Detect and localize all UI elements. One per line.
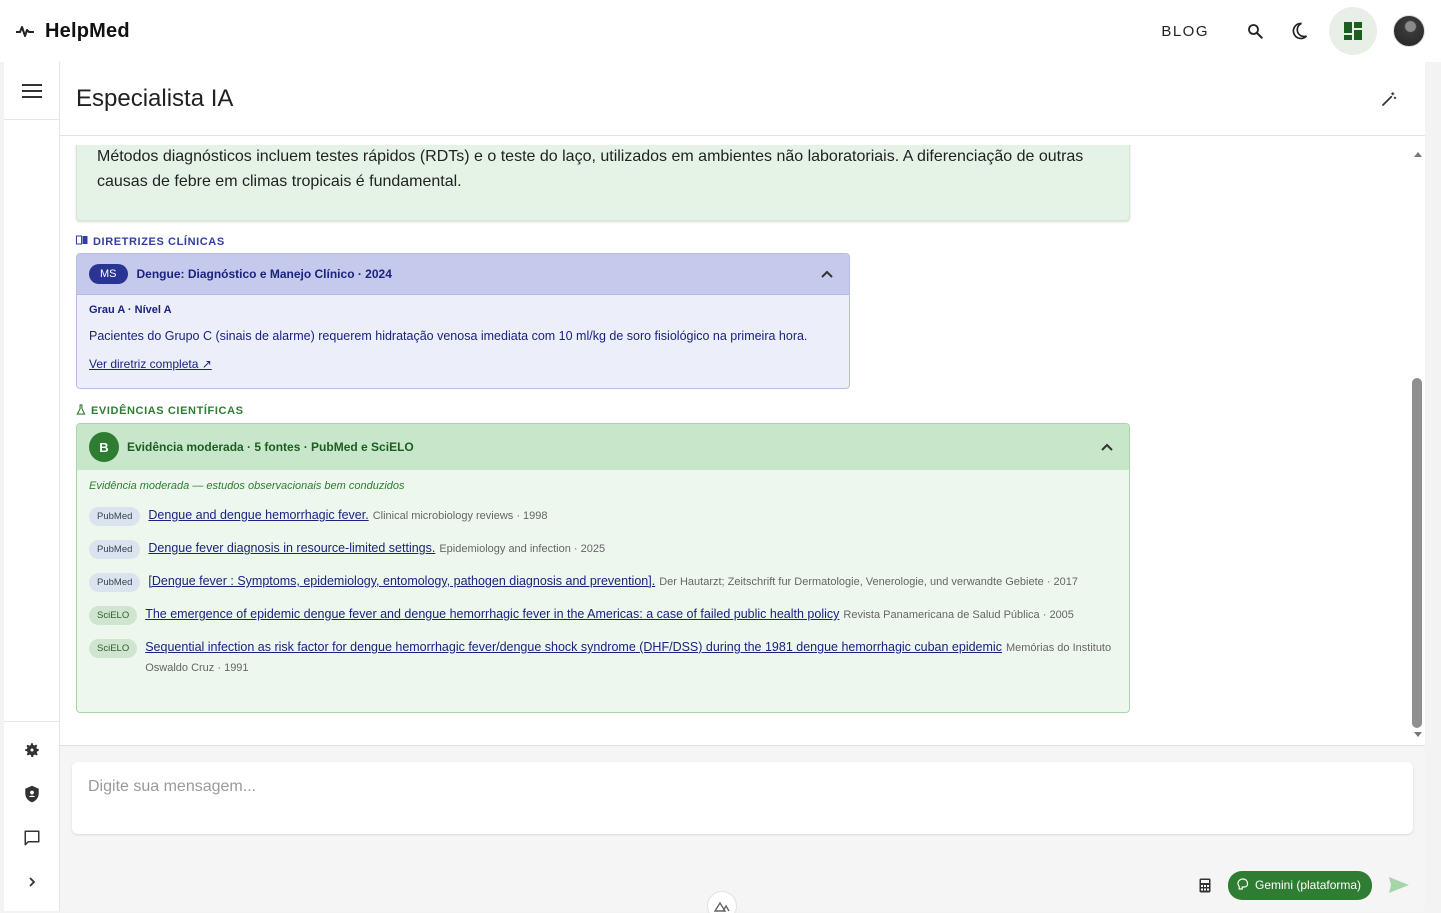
- chevron-right-icon[interactable]: [4, 860, 59, 904]
- message-box[interactable]: [72, 762, 1413, 834]
- model-selector[interactable]: Gemini (plataforma): [1228, 870, 1373, 900]
- list-item: PubMed [Dengue fever : Symptoms, epidemi…: [89, 571, 1117, 592]
- scroll-up-arrow[interactable]: [1414, 152, 1422, 157]
- evidence-header[interactable]: B Evidência moderada · 5 fontes · PubMed…: [77, 424, 1129, 470]
- dashboard-icon[interactable]: [1329, 7, 1377, 55]
- scrollbar[interactable]: [1412, 146, 1424, 746]
- scrollbar-thumb[interactable]: [1412, 378, 1422, 728]
- search-icon[interactable]: [1233, 9, 1277, 53]
- chevron-up-icon[interactable]: [1097, 437, 1117, 457]
- list-item: PubMed Dengue and dengue hemorrhagic fev…: [89, 505, 1117, 526]
- guideline-source-badge: MS: [89, 264, 128, 284]
- moon-icon[interactable]: [1277, 9, 1321, 53]
- reference-meta: Epidemiology and infection · 2025: [439, 543, 606, 555]
- source-badge: PubMed: [89, 540, 141, 559]
- source-badge: PubMed: [89, 573, 141, 592]
- evidence-card: B Evidência moderada · 5 fontes · PubMed…: [76, 423, 1130, 713]
- evidence-section-label: EVIDÊNCIAS CIENTÍFICAS: [76, 404, 244, 418]
- brain-icon: [1236, 877, 1250, 893]
- calculator-icon[interactable]: [1190, 870, 1220, 900]
- source-badge: SciELO: [89, 639, 138, 658]
- magic-pen-icon[interactable]: [1369, 79, 1409, 119]
- guideline-text: Pacientes do Grupo C (sinais de alarme) …: [89, 329, 808, 343]
- reference-meta: Clinical microbiology reviews · 1998: [372, 510, 548, 522]
- guideline-header[interactable]: MS Dengue: Diagnóstico e Manejo Clínico …: [77, 254, 849, 295]
- top-app-bar: HelpMed BLOG: [0, 0, 1441, 62]
- reference-link[interactable]: Sequential infection as risk factor for …: [145, 640, 1002, 654]
- blog-link[interactable]: BLOG: [1161, 23, 1209, 40]
- gear-icon[interactable]: [4, 728, 59, 772]
- guidelines-section-label: DIRETRIZES CLÍNICAS: [76, 235, 225, 248]
- summary-text: Métodos diagnósticos incluem testes rápi…: [97, 148, 1084, 190]
- menu-icon[interactable]: [4, 62, 59, 120]
- reference-link[interactable]: The emergence of epidemic dengue fever a…: [145, 607, 839, 621]
- source-badge: SciELO: [89, 606, 138, 625]
- list-item: PubMed Dengue fever diagnosis in resourc…: [89, 538, 1117, 559]
- guideline-card: MS Dengue: Diagnóstico e Manejo Clínico …: [76, 253, 850, 389]
- brand[interactable]: HelpMed: [16, 20, 130, 43]
- guideline-grade: Grau A · Nível A: [89, 304, 172, 316]
- assistant-summary: Métodos diagnósticos incluem testes rápi…: [76, 145, 1130, 221]
- evidence-grade-badge: B: [89, 432, 119, 462]
- model-label: Gemini (plataforma): [1255, 878, 1362, 892]
- composer: Gemini (plataforma): [60, 745, 1425, 913]
- shield-icon[interactable]: [4, 772, 59, 816]
- send-icon[interactable]: [1384, 870, 1414, 900]
- app-name: HelpMed: [45, 19, 130, 42]
- reference-link[interactable]: Dengue fever diagnosis in resource-limit…: [148, 541, 435, 555]
- scroll-down-arrow[interactable]: [1414, 732, 1422, 737]
- evidence-note: Evidência moderada — estudos observacion…: [89, 480, 405, 492]
- main-panel: Especialista IA Métodos diagnósticos inc…: [60, 62, 1425, 913]
- reference-link[interactable]: [Dengue fever : Symptoms, epidemiology, …: [148, 574, 655, 588]
- chat-icon[interactable]: [4, 816, 59, 860]
- book-icon: [76, 235, 88, 248]
- side-navigation: [4, 62, 60, 911]
- reference-link[interactable]: Dengue and dengue hemorrhagic fever.: [148, 508, 368, 522]
- guideline-title: Dengue: Diagnóstico e Manejo Clínico · 2…: [136, 267, 392, 281]
- chat-messages[interactable]: Métodos diagnósticos incluem testes rápi…: [60, 145, 1415, 745]
- source-badge: PubMed: [89, 507, 141, 526]
- flask-icon: [76, 404, 86, 418]
- nuxt-devtools-icon[interactable]: [707, 891, 737, 913]
- reference-meta: Revista Panamericana de Salud Pública · …: [843, 609, 1074, 621]
- avatar[interactable]: [1393, 15, 1425, 47]
- page-header: Especialista IA: [60, 62, 1425, 136]
- evidence-title: Evidência moderada · 5 fontes · PubMed e…: [127, 440, 414, 454]
- reference-meta: Der Hautarzt; Zeitschrift fur Dermatolog…: [659, 576, 1079, 588]
- message-input[interactable]: [88, 778, 1397, 796]
- pulse-icon: [16, 21, 36, 41]
- guideline-link[interactable]: Ver diretriz completa ↗: [89, 357, 212, 371]
- page-title: Especialista IA: [76, 84, 234, 112]
- chevron-up-icon[interactable]: [817, 264, 837, 284]
- list-item: SciELO The emergence of epidemic dengue …: [89, 604, 1117, 625]
- list-item: SciELO Sequential infection as risk fact…: [89, 637, 1117, 678]
